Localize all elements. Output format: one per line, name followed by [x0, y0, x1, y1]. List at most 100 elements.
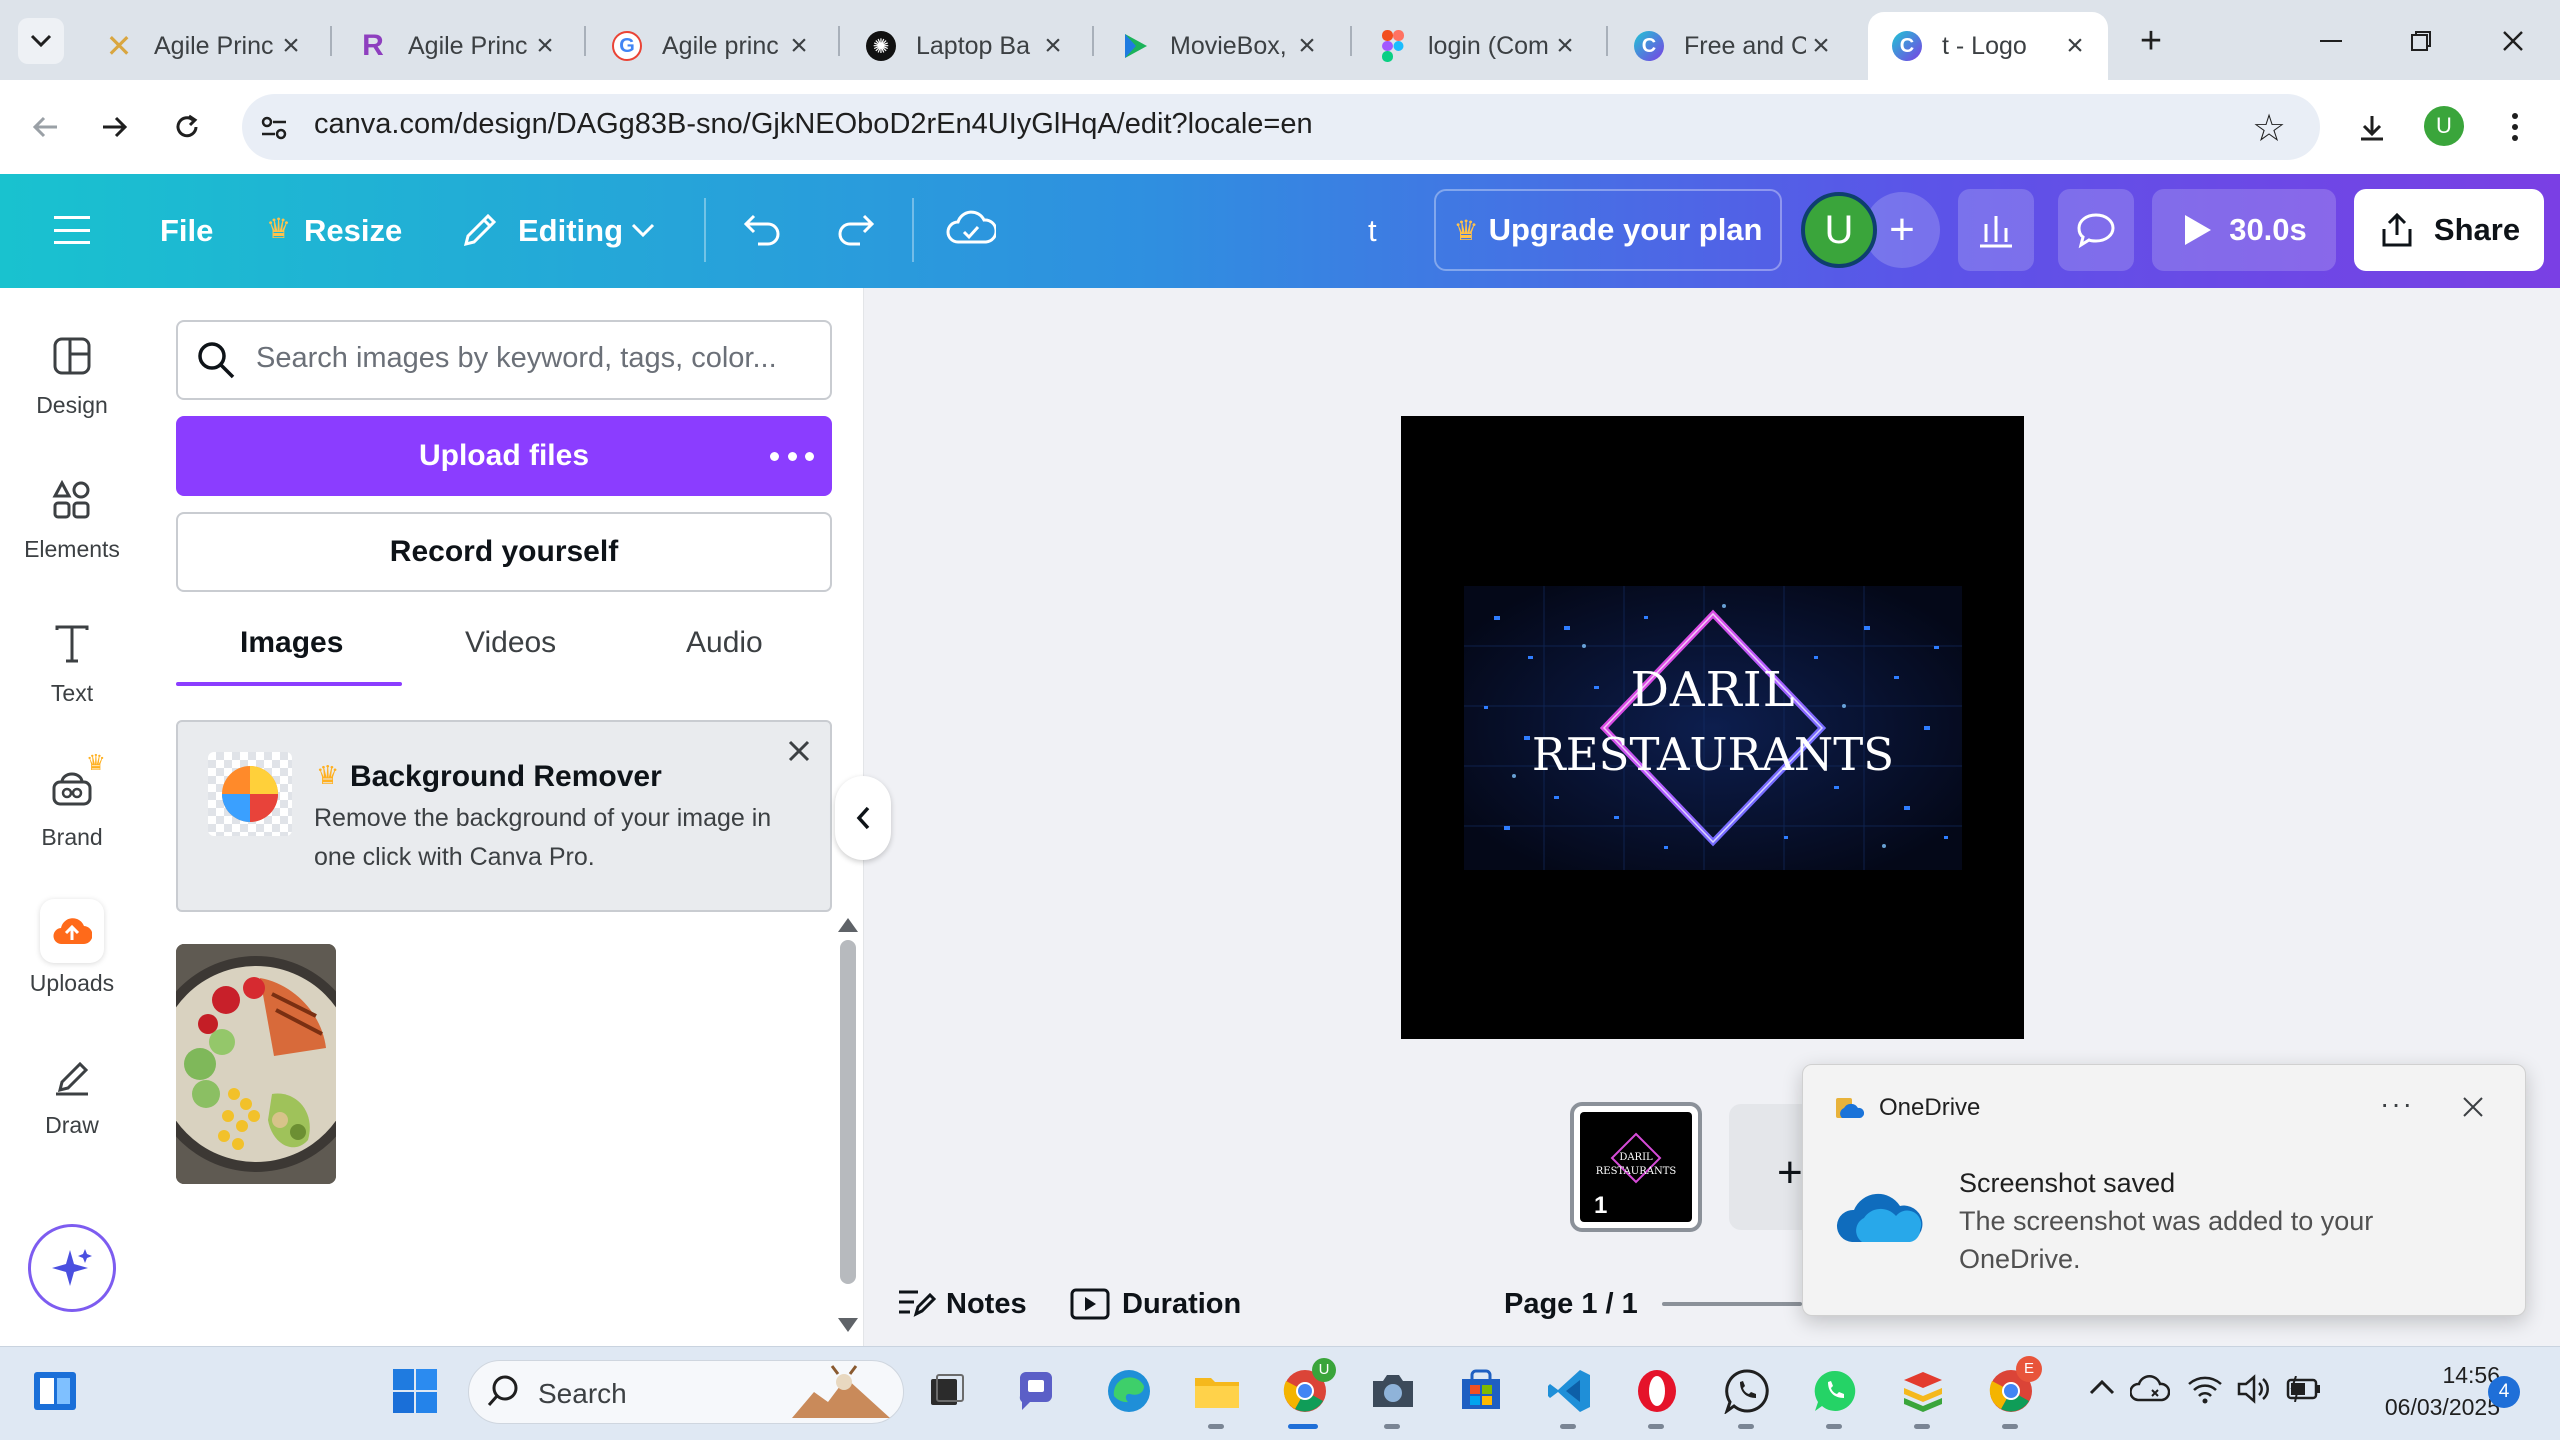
- close-window-button[interactable]: [2488, 18, 2538, 64]
- chevron-up-icon[interactable]: [2088, 1378, 2116, 1401]
- rail-item-elements[interactable]: Elements: [0, 470, 144, 563]
- uploaded-image-thumbnail[interactable]: [176, 944, 336, 1184]
- present-button[interactable]: 30.0s: [2152, 189, 2336, 271]
- widgets-icon[interactable]: [30, 1366, 80, 1416]
- rail-item-uploads[interactable]: Uploads: [0, 898, 144, 997]
- camera-icon[interactable]: [1368, 1366, 1418, 1416]
- resize-button[interactable]: Resize: [304, 213, 402, 249]
- close-icon[interactable]: ×: [530, 29, 560, 63]
- close-icon[interactable]: ×: [1550, 29, 1580, 63]
- editing-mode-button[interactable]: Editing: [518, 213, 623, 249]
- toast-app-name: OneDrive: [1879, 1094, 1981, 1121]
- minimize-button[interactable]: [2306, 18, 2356, 64]
- vscode-icon[interactable]: [1544, 1366, 1594, 1416]
- clock-date[interactable]: 06/03/2025: [2330, 1394, 2500, 1421]
- meet-icon[interactable]: [1014, 1366, 1064, 1416]
- browser-tab-active[interactable]: C t - Logo ×: [1868, 12, 2108, 80]
- rail-label: Draw: [45, 1112, 99, 1138]
- back-button[interactable]: [22, 104, 68, 150]
- text-icon: [0, 614, 144, 674]
- upload-files-button[interactable]: Upload files: [176, 416, 832, 496]
- wifi-icon[interactable]: [2186, 1374, 2224, 1409]
- file-menu[interactable]: File: [160, 213, 213, 249]
- restore-button[interactable]: [2396, 18, 2446, 64]
- close-icon[interactable]: ×: [2060, 29, 2090, 63]
- tab-search-button[interactable]: [18, 18, 64, 64]
- whatsapp-icon[interactable]: [1722, 1366, 1772, 1416]
- microsoft-store-icon[interactable]: [1456, 1366, 1506, 1416]
- close-icon[interactable]: ×: [1292, 29, 1322, 63]
- record-yourself-button[interactable]: Record yourself: [176, 512, 832, 592]
- panel-scrollbar[interactable]: [840, 940, 856, 1284]
- rail-item-draw[interactable]: Draw: [0, 1046, 144, 1139]
- new-tab-button[interactable]: +: [2128, 18, 2174, 64]
- onedrive-tray-icon[interactable]: [2129, 1374, 2171, 1409]
- toast-close-button[interactable]: [2462, 1096, 2488, 1122]
- rail-item-brand[interactable]: ♛ Brand: [0, 750, 144, 851]
- download-button[interactable]: [2350, 106, 2394, 150]
- whatsapp-icon[interactable]: [1810, 1366, 1860, 1416]
- header-divider: [912, 198, 914, 262]
- stacked-apps-icon[interactable]: [1898, 1366, 1948, 1416]
- rail-label: Uploads: [29, 970, 115, 996]
- forward-button[interactable]: [92, 104, 138, 150]
- design-title[interactable]: t: [1368, 213, 1377, 249]
- site-info-icon[interactable]: [256, 110, 292, 146]
- collapse-panel-button[interactable]: [835, 776, 891, 860]
- toast-more-icon[interactable]: ···: [2380, 1088, 2414, 1120]
- share-button[interactable]: Share: [2354, 189, 2544, 271]
- browser-tab[interactable]: MovieBox, ×: [1096, 12, 1340, 80]
- magic-assistant-button[interactable]: [28, 1224, 116, 1312]
- close-icon[interactable]: ×: [784, 29, 814, 63]
- reload-button[interactable]: [164, 104, 210, 150]
- redo-button[interactable]: [834, 208, 878, 253]
- duration-button[interactable]: Duration: [1122, 1288, 1241, 1321]
- scroll-up-arrow-icon[interactable]: [838, 918, 858, 932]
- undo-button[interactable]: [740, 208, 784, 253]
- close-icon[interactable]: ×: [1038, 29, 1068, 63]
- upgrade-plan-button[interactable]: ♛ Upgrade your plan: [1434, 189, 1782, 271]
- comments-button[interactable]: [2058, 189, 2134, 271]
- bookmark-star-icon[interactable]: ☆: [2252, 106, 2286, 151]
- url-text[interactable]: canva.com/design/DAGg83B-sno/GjkNEOboD2r…: [314, 108, 1313, 141]
- chevron-down-icon[interactable]: [630, 222, 656, 243]
- browser-tab[interactable]: G Agile princ ×: [588, 12, 832, 80]
- profile-avatar[interactable]: U: [2424, 106, 2464, 146]
- rail-item-design[interactable]: Design: [0, 326, 144, 419]
- close-icon[interactable]: ×: [276, 29, 306, 63]
- pencil-icon: [460, 210, 500, 255]
- tab-divider: [1606, 26, 1608, 56]
- close-icon[interactable]: ×: [1806, 29, 1836, 63]
- cloud-saved-icon[interactable]: [946, 206, 998, 255]
- insights-button[interactable]: [1958, 189, 2034, 271]
- browser-tab[interactable]: C Free and C ×: [1610, 12, 1854, 80]
- start-button[interactable]: [390, 1366, 440, 1416]
- browser-tab[interactable]: ✺ Laptop Ba ×: [842, 12, 1086, 80]
- zoom-slider-track[interactable]: [1662, 1302, 1802, 1306]
- crown-icon: ♛: [86, 750, 106, 775]
- file-explorer-icon[interactable]: [1192, 1366, 1242, 1416]
- notes-button[interactable]: Notes: [946, 1288, 1027, 1321]
- rail-item-text[interactable]: Text: [0, 614, 144, 707]
- browser-menu-icon[interactable]: [2500, 104, 2530, 150]
- browser-tab[interactable]: login (Com ×: [1354, 12, 1598, 80]
- browser-tab[interactable]: R Agile Princ ×: [334, 12, 578, 80]
- promo-title: Background Remover: [350, 760, 662, 793]
- user-avatar[interactable]: U: [1801, 192, 1877, 268]
- main-menu-button[interactable]: [52, 210, 92, 250]
- more-options-icon[interactable]: [770, 434, 814, 478]
- notification-badge[interactable]: 4: [2488, 1376, 2520, 1408]
- edge-icon[interactable]: [1104, 1366, 1154, 1416]
- opera-icon[interactable]: [1632, 1366, 1682, 1416]
- task-view-icon[interactable]: [922, 1366, 972, 1416]
- battery-icon[interactable]: [2286, 1375, 2322, 1407]
- scroll-down-arrow-icon[interactable]: [838, 1318, 858, 1332]
- clock-time[interactable]: 14:56: [2380, 1362, 2500, 1389]
- tab-audio[interactable]: Audio: [686, 626, 763, 660]
- browser-tab[interactable]: ✕ Agile Princ ×: [80, 12, 324, 80]
- volume-icon[interactable]: [2236, 1374, 2270, 1409]
- tab-videos[interactable]: Videos: [465, 626, 556, 660]
- close-promo-button[interactable]: [784, 736, 814, 766]
- tab-images[interactable]: Images: [240, 626, 343, 660]
- canva-icon: C: [1634, 31, 1664, 61]
